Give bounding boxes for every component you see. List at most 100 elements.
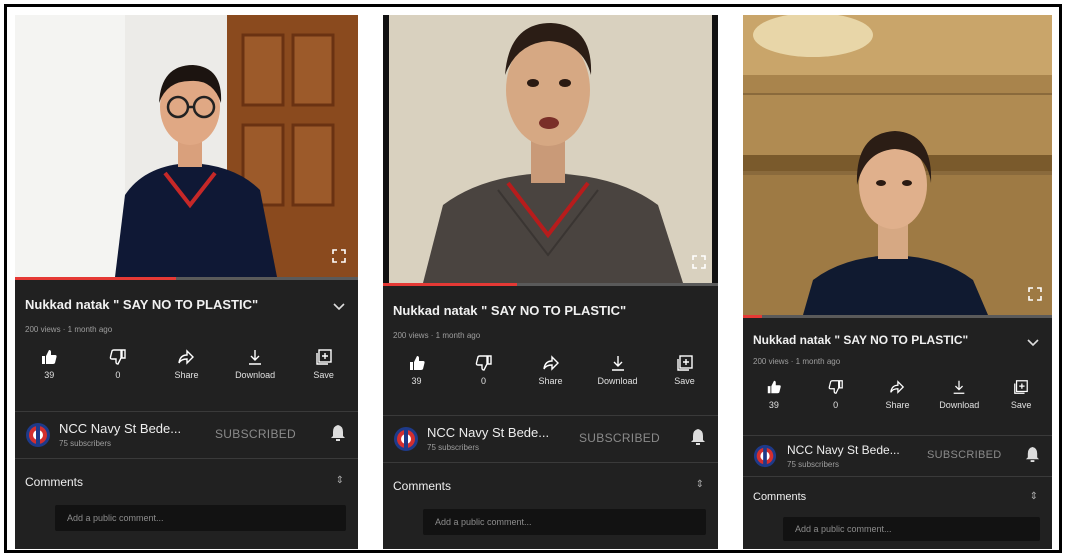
bell-icon[interactable] [1025, 446, 1040, 468]
action-bar: 39 0 Share Download Save [15, 347, 358, 387]
comment-input[interactable]: Add a public comment... [783, 517, 1040, 541]
channel-name[interactable]: NCC Navy St Bede... [59, 421, 181, 436]
chevron-down-icon[interactable] [332, 299, 346, 317]
like-count: 39 [44, 370, 55, 380]
dislike-icon [807, 377, 865, 397]
progress-bar[interactable] [743, 315, 1052, 318]
save-button[interactable]: Save [992, 377, 1050, 417]
action-bar: 39 0 Share Download Save [383, 353, 718, 393]
video-player[interactable] [383, 15, 718, 283]
share-icon [522, 353, 580, 373]
save-button[interactable]: Save [656, 353, 714, 393]
channel-row[interactable]: NCC Navy St Bede... 75 subscribers SUBSC… [383, 415, 718, 463]
channel-row[interactable]: NCC Navy St Bede... 75 subscribers SUBSC… [15, 411, 358, 459]
progress-bar[interactable] [15, 277, 358, 280]
action-bar: 39 0 Share Download Save [743, 377, 1052, 417]
like-button[interactable]: 39 [388, 353, 446, 393]
like-icon [745, 377, 803, 397]
channel-name[interactable]: NCC Navy St Bede... [787, 443, 900, 457]
channel-name[interactable]: NCC Navy St Bede... [427, 425, 549, 440]
progress-fill [383, 283, 517, 286]
save-button[interactable]: Save [295, 347, 353, 387]
comment-input[interactable]: Add a public comment... [55, 505, 346, 531]
save-icon [295, 347, 353, 367]
share-icon [868, 377, 926, 397]
comments-heading[interactable]: Comments [393, 479, 451, 493]
download-button[interactable]: Download [226, 347, 284, 387]
like-icon [20, 347, 78, 367]
video-frame-image [743, 15, 1052, 315]
subscriber-count: 75 subscribers [787, 460, 840, 469]
share-label: Share [885, 400, 910, 410]
save-icon [992, 377, 1050, 397]
save-icon [656, 353, 714, 373]
expand-icon[interactable]: ⇕ [336, 475, 344, 486]
video-player[interactable] [15, 15, 358, 277]
save-label: Save [1010, 400, 1032, 410]
download-label: Download [939, 400, 980, 410]
chevron-down-icon[interactable] [1026, 335, 1040, 353]
video-panel-1: Nukkad natak " SAY NO TO PLASTIC" 200 vi… [15, 15, 358, 549]
download-icon [930, 377, 988, 397]
progress-fill [15, 277, 177, 280]
expand-icon[interactable]: ⇕ [696, 479, 704, 490]
dislike-count: 0 [480, 376, 486, 386]
video-meta: 200 views · 1 month ago [753, 357, 841, 366]
share-button[interactable]: Share [868, 377, 926, 417]
download-label: Download [235, 370, 276, 380]
comment-input[interactable]: Add a public comment... [423, 509, 706, 535]
screenshot-collage: Nukkad natak " SAY NO TO PLASTIC" 200 vi… [4, 4, 1062, 553]
subscriber-count: 75 subscribers [59, 439, 112, 448]
video-title: Nukkad natak " SAY NO TO PLASTIC" [753, 333, 969, 347]
bell-icon[interactable] [330, 424, 346, 447]
fullscreen-icon[interactable] [692, 255, 706, 269]
channel-avatar[interactable] [753, 444, 779, 470]
download-label: Download [597, 376, 638, 386]
dislike-count: 0 [115, 370, 121, 380]
share-button[interactable]: Share [157, 347, 215, 387]
share-label: Share [538, 376, 563, 386]
video-panel-2: Nukkad natak " SAY NO TO PLASTIC" 200 vi… [383, 15, 718, 549]
subscribed-button[interactable]: SUBSCRIBED [927, 449, 1002, 461]
download-icon [589, 353, 647, 373]
like-button[interactable]: 39 [20, 347, 78, 387]
dislike-button[interactable]: 0 [807, 377, 865, 417]
comments-heading[interactable]: Comments [25, 475, 83, 489]
download-button[interactable]: Download [930, 377, 988, 417]
channel-avatar[interactable] [25, 422, 51, 448]
share-button[interactable]: Share [522, 353, 580, 393]
save-label: Save [674, 376, 695, 386]
expand-icon[interactable]: ⇕ [1030, 491, 1038, 502]
dislike-count: 0 [833, 400, 839, 410]
download-button[interactable]: Download [589, 353, 647, 393]
video-frame-image [15, 15, 358, 277]
channel-avatar[interactable] [393, 426, 419, 452]
share-label: Share [174, 370, 199, 380]
channel-row[interactable]: NCC Navy St Bede... 75 subscribers SUBSC… [743, 435, 1052, 477]
dislike-button[interactable]: 0 [455, 353, 513, 393]
fullscreen-icon[interactable] [1028, 287, 1042, 301]
like-button[interactable]: 39 [745, 377, 803, 417]
share-icon [157, 347, 215, 367]
subscribed-button[interactable]: SUBSCRIBED [579, 431, 660, 445]
like-icon [388, 353, 446, 373]
video-title: Nukkad natak " SAY NO TO PLASTIC" [25, 297, 259, 312]
download-icon [226, 347, 284, 367]
subscriber-count: 75 subscribers [427, 443, 480, 452]
dislike-icon [455, 353, 513, 373]
like-count: 39 [768, 400, 779, 410]
fullscreen-icon[interactable] [332, 249, 346, 263]
video-player[interactable] [743, 15, 1052, 315]
comments-heading[interactable]: Comments [753, 491, 806, 503]
video-panel-3: Nukkad natak " SAY NO TO PLASTIC" 200 vi… [743, 15, 1052, 549]
video-frame-image [383, 15, 718, 283]
subscribed-button[interactable]: SUBSCRIBED [215, 427, 296, 441]
bell-icon[interactable] [690, 428, 706, 451]
progress-bar[interactable] [383, 283, 718, 286]
dislike-icon [89, 347, 147, 367]
video-meta: 200 views · 1 month ago [25, 325, 113, 334]
video-meta: 200 views · 1 month ago [393, 331, 481, 340]
video-title: Nukkad natak " SAY NO TO PLASTIC" [393, 303, 627, 318]
save-label: Save [313, 370, 334, 380]
dislike-button[interactable]: 0 [89, 347, 147, 387]
